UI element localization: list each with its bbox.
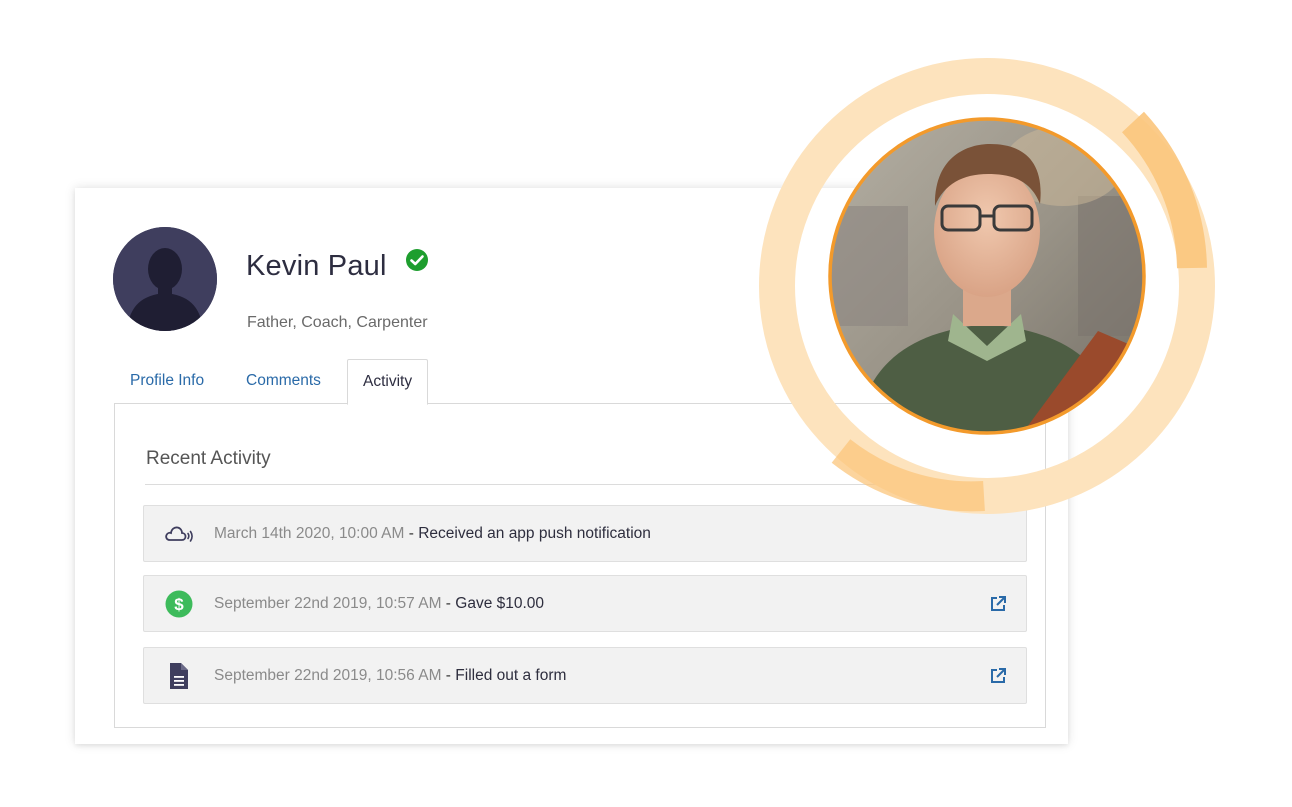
profile-photo [830,119,1144,433]
verified-check-icon [406,249,428,271]
activity-date: September 22nd 2019, 10:56 AM [214,667,442,684]
dollar-icon: $ [165,590,193,618]
avatar-placeholder [113,227,217,331]
external-link-icon[interactable] [988,666,1008,686]
tab-profile-info[interactable]: Profile Info [130,359,204,403]
recent-activity-heading: Recent Activity [146,448,271,469]
activity-date: September 22nd 2019, 10:57 AM [214,595,442,612]
activity-separator: - [441,595,456,612]
decorative-ring [759,58,1215,514]
activity-description: Gave $10.00 [455,595,545,612]
tab-activity[interactable]: Activity [347,359,429,405]
activity-date: March 14th 2020, 10:00 AM [214,525,405,542]
user-silhouette-icon [113,227,217,331]
activity-separator: - [404,525,419,542]
svg-text:$: $ [174,595,184,614]
activity-separator: - [441,667,456,684]
activity-row: $ September 22nd 2019, 10:57 AM - Gave $… [143,575,1027,632]
cloud-push-icon [165,526,193,542]
tab-comments[interactable]: Comments [246,359,321,403]
external-link-icon[interactable] [988,594,1008,614]
activity-description: Received an app push notification [418,525,651,542]
profile-photo-ring [758,56,1224,522]
profile-subtitle: Father, Coach, Carpenter [247,314,428,331]
activity-row: September 22nd 2019, 10:56 AM - Filled o… [143,647,1027,704]
document-icon [170,663,188,689]
profile-name: Kevin Paul [246,250,387,282]
activity-description: Filled out a form [455,667,567,684]
